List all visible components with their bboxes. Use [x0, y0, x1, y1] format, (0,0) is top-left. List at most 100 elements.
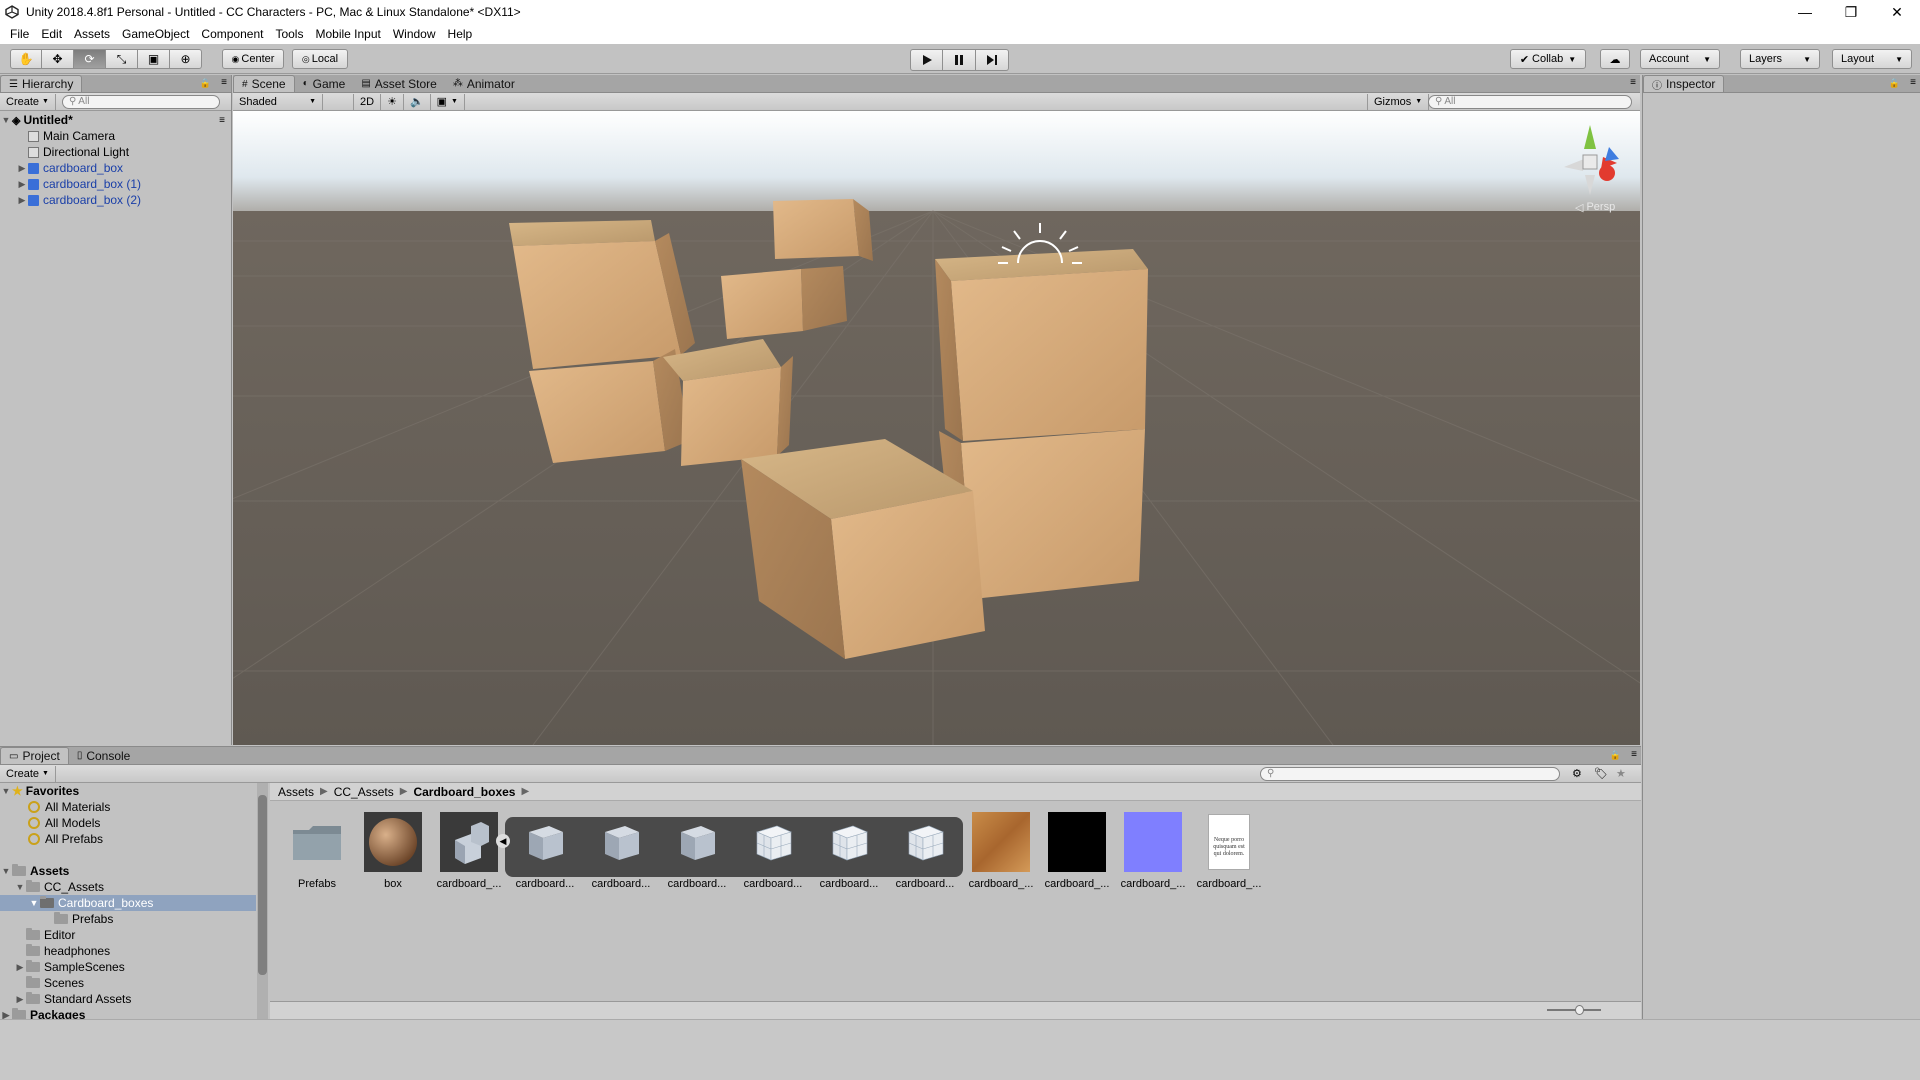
audio-toggle[interactable]: 🔈: [404, 93, 431, 110]
menu-tools[interactable]: Tools: [269, 27, 309, 41]
hierarchy-search-input[interactable]: ⚲ All: [61, 94, 220, 109]
folder-row[interactable]: ▼ CC_Assets: [0, 879, 256, 895]
projection-label[interactable]: ◁ Persp: [1575, 201, 1615, 214]
asset-item[interactable]: cardboard_...: [1116, 812, 1188, 896]
menu-edit[interactable]: Edit: [35, 27, 68, 41]
close-button[interactable]: ✕: [1874, 0, 1920, 24]
favorites-row[interactable]: ▼ ★ Favorites: [0, 783, 256, 799]
expand-arrow-icon[interactable]: ▼: [0, 115, 12, 125]
tab-scene[interactable]: # Scene: [233, 75, 295, 92]
pivot-local-button[interactable]: ◎ Local: [292, 49, 348, 69]
scene-search-input[interactable]: ⚲ All: [1428, 94, 1632, 109]
asset-item[interactable]: cardboard...: [508, 812, 580, 896]
asset-item[interactable]: cardboard...: [584, 812, 656, 896]
folder-row[interactable]: Scenes: [0, 975, 256, 991]
tab-project[interactable]: ▭ Project: [0, 747, 69, 764]
step-button[interactable]: [976, 49, 1009, 71]
tree-scrollbar[interactable]: [257, 783, 268, 1020]
hierarchy-item[interactable]: ▶ cardboard_box (1): [0, 176, 231, 192]
slider-handle[interactable]: [1575, 1005, 1584, 1015]
lock-icon[interactable]: 🔒: [1889, 78, 1900, 89]
asset-item[interactable]: cardboard...: [812, 812, 884, 896]
shading-mode-dropdown[interactable]: Shaded ▼: [233, 93, 323, 110]
asset-item[interactable]: cardboard...: [736, 812, 808, 896]
favorite-item[interactable]: All Materials: [0, 799, 256, 815]
tab-hierarchy[interactable]: ☰ Hierarchy: [0, 75, 83, 92]
tab-inspector[interactable]: ⓘ Inspector: [1643, 75, 1725, 92]
hierarchy-item[interactable]: Main Camera: [0, 128, 231, 144]
menu-assets[interactable]: Assets: [68, 27, 116, 41]
breadcrumb-item-current[interactable]: Cardboard_boxes: [413, 785, 515, 799]
menu-mobile-input[interactable]: Mobile Input: [309, 27, 386, 41]
expand-arrow-icon[interactable]: ▶: [16, 163, 28, 174]
expand-arrow-icon[interactable]: ▼: [14, 882, 26, 892]
expand-arrow-icon[interactable]: ▶: [16, 195, 28, 206]
scene-viewport[interactable]: ◁ Persp: [233, 111, 1640, 745]
scale-tool-button[interactable]: ⤡: [106, 49, 138, 69]
hierarchy-item[interactable]: ▶ cardboard_box: [0, 160, 231, 176]
tab-console[interactable]: ▯ Console: [69, 747, 139, 764]
lighting-toggle[interactable]: ☀: [381, 93, 404, 110]
expand-arrow-icon[interactable]: ▼: [0, 866, 12, 876]
project-search-input[interactable]: ⚲: [1260, 766, 1560, 781]
collab-button[interactable]: ✔ Collab ▼: [1510, 49, 1586, 69]
asset-item[interactable]: cardboard...: [888, 812, 960, 896]
asset-item[interactable]: Neque porro quisquam est qui dolorem. ca…: [1192, 812, 1264, 896]
folder-row[interactable]: ▶ Standard Assets: [0, 991, 256, 1007]
hierarchy-item[interactable]: Directional Light: [0, 144, 231, 160]
project-create-button[interactable]: Create ▼: [0, 765, 56, 782]
rect-tool-button[interactable]: ▣: [138, 49, 170, 69]
tab-animator[interactable]: ⁂ Animator: [445, 75, 523, 92]
scene-menu-icon[interactable]: ≡: [219, 115, 225, 126]
layers-dropdown[interactable]: Layers ▼: [1740, 49, 1820, 69]
expand-arrow-icon[interactable]: ▼: [0, 786, 12, 796]
pause-button[interactable]: [943, 49, 976, 71]
expand-arrow-icon[interactable]: ▶: [14, 994, 26, 1005]
scene-root-row[interactable]: ▼ ◈ Untitled* ≡: [0, 112, 231, 128]
account-dropdown[interactable]: Account ▼: [1640, 49, 1720, 69]
breadcrumb-item[interactable]: CC_Assets: [334, 785, 394, 799]
panel-menu-icon[interactable]: ≡: [1631, 749, 1637, 760]
filter-label-icon[interactable]: 🏷: [1594, 767, 1608, 780]
lock-icon[interactable]: 🔒: [200, 78, 211, 89]
folder-row[interactable]: ▶ SampleScenes: [0, 959, 256, 975]
asset-item[interactable]: box: [356, 812, 428, 896]
menu-file[interactable]: File: [4, 27, 35, 41]
lock-icon[interactable]: 🔒: [1610, 750, 1621, 761]
gizmos-dropdown[interactable]: Gizmos ▼: [1367, 93, 1430, 110]
asset-item[interactable]: cardboard...: [660, 812, 732, 896]
panel-menu-icon[interactable]: ≡: [1630, 77, 1636, 88]
menu-gameobject[interactable]: GameObject: [116, 27, 195, 41]
panel-menu-icon[interactable]: ≡: [221, 77, 227, 88]
hand-tool-button[interactable]: ✋: [10, 49, 42, 69]
minimize-button[interactable]: —: [1782, 0, 1828, 24]
filter-type-icon[interactable]: ⚙: [1572, 767, 1582, 780]
toggle-2d-button[interactable]: 2D: [353, 93, 382, 110]
pivot-center-button[interactable]: ◉ Center: [222, 49, 284, 69]
tab-asset-store[interactable]: ▤ Asset Store: [353, 75, 444, 92]
hierarchy-create-button[interactable]: Create ▼: [0, 93, 56, 110]
rotate-tool-button[interactable]: ⟳: [74, 49, 106, 69]
layout-dropdown[interactable]: Layout ▼: [1832, 49, 1912, 69]
hierarchy-item[interactable]: ▶ cardboard_box (2): [0, 192, 231, 208]
asset-item[interactable]: cardboard_...: [964, 812, 1036, 896]
expand-arrow-icon[interactable]: ▶: [16, 179, 28, 190]
transform-tool-button[interactable]: ⊕: [170, 49, 202, 69]
favorite-item[interactable]: All Models: [0, 815, 256, 831]
breadcrumb-item[interactable]: Assets: [278, 785, 314, 799]
folder-row[interactable]: headphones: [0, 943, 256, 959]
tab-game[interactable]: ◐ Game: [295, 75, 354, 92]
folder-row[interactable]: Prefabs: [0, 911, 256, 927]
favorite-item[interactable]: All Prefabs: [0, 831, 256, 847]
menu-component[interactable]: Component: [195, 27, 269, 41]
move-tool-button[interactable]: ✥: [42, 49, 74, 69]
folder-row[interactable]: Editor: [0, 927, 256, 943]
assets-root-row[interactable]: ▼ Assets: [0, 863, 256, 879]
restore-button[interactable]: ❐: [1828, 0, 1874, 24]
asset-item[interactable]: Prefabs: [280, 812, 352, 896]
expand-arrow-icon[interactable]: ▶: [14, 962, 26, 973]
panel-menu-icon[interactable]: ≡: [1910, 77, 1916, 88]
cloud-button[interactable]: ☁: [1600, 49, 1630, 69]
expand-arrow-icon[interactable]: ▼: [28, 898, 40, 908]
menu-window[interactable]: Window: [387, 27, 442, 41]
